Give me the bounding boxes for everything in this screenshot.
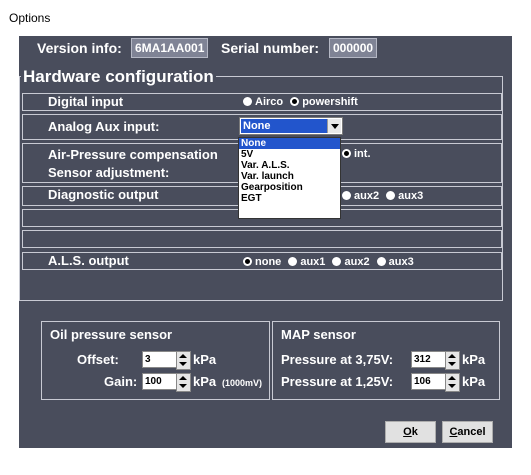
diagnostic-output-radios: aux2 aux3 xyxy=(342,190,427,202)
radio-airco-indicator[interactable] xyxy=(243,97,252,106)
radio-airco-label: Airco xyxy=(255,96,284,108)
radio-powershift-indicator[interactable] xyxy=(290,97,300,106)
map-p1-label: Pressure at 3,75V: xyxy=(281,352,394,367)
radio-als-aux1-label: aux1 xyxy=(300,256,326,268)
oil-offset-unit: kPa xyxy=(193,352,217,367)
radio-diag-aux3-indicator[interactable] xyxy=(386,191,396,200)
air-pressure-label: Air-Pressure compensation xyxy=(48,147,218,162)
digital-input-label: Digital input xyxy=(48,94,124,109)
serial-value: 000000 xyxy=(329,38,378,58)
oil-gain-input[interactable]: 100 xyxy=(142,373,178,390)
radio-als-none-indicator[interactable] xyxy=(243,257,252,266)
analog-aux-dropdown-list: None 5V Var. A.L.S. Var. launch Gearposi… xyxy=(238,137,341,219)
oil-offset-input[interactable]: 3 xyxy=(142,351,178,368)
map-p1-stepper[interactable]: 312 xyxy=(411,351,460,370)
als-output-label: A.L.S. output xyxy=(48,253,129,268)
oil-pressure-title: Oil pressure sensor xyxy=(50,327,173,342)
dropdown-option-none[interactable]: None xyxy=(239,138,340,149)
oil-gain-stepper[interactable]: 100 xyxy=(142,373,191,392)
window-titlebar: Options xyxy=(0,0,531,36)
air-pressure-radios: int. xyxy=(342,148,375,160)
oil-gain-unit-note: (1000mV) xyxy=(222,378,263,388)
map-p2-input[interactable]: 106 xyxy=(411,373,447,390)
ok-hotkey: O xyxy=(403,426,412,438)
dropdown-option-var-launch[interactable]: Var. launch xyxy=(239,171,340,182)
dropdown-option-var-als[interactable]: Var. A.L.S. xyxy=(239,160,340,171)
radio-powershift[interactable]: powershift xyxy=(290,96,358,108)
analog-aux-select[interactable]: None xyxy=(239,117,343,135)
cancel-rest: ancel xyxy=(457,426,486,438)
analog-aux-label: Analog Aux input: xyxy=(48,119,160,134)
oil-gain-unit: kPa xyxy=(193,374,217,389)
radio-int[interactable]: int. xyxy=(342,148,371,160)
als-output-radios: none aux1 aux2 aux3 xyxy=(243,256,418,268)
map-p2-unit: kPa xyxy=(462,374,486,389)
radio-als-aux3-indicator[interactable] xyxy=(376,257,386,266)
empty-row-2 xyxy=(22,230,502,248)
dropdown-option-egt[interactable]: EGT xyxy=(239,193,340,204)
radio-diag-aux2-indicator[interactable] xyxy=(342,191,351,200)
serial-label: Serial number: xyxy=(221,40,320,56)
map-p2-spin-buttons[interactable] xyxy=(445,373,460,392)
version-label: Version info: xyxy=(37,40,122,56)
map-p1-input[interactable]: 312 xyxy=(411,351,447,368)
dropdown-option-gearposition[interactable]: Gearposition xyxy=(239,182,340,193)
oil-gain-label: Gain: xyxy=(104,374,138,389)
oil-offset-spin-buttons[interactable] xyxy=(176,351,191,370)
radio-diag-aux3[interactable]: aux3 xyxy=(386,190,423,202)
map-p1-unit: kPa xyxy=(462,352,486,367)
radio-powershift-label: powershift xyxy=(302,96,358,108)
hardware-config-legend: Hardware configuration xyxy=(21,67,216,87)
digital-input-radios: Airco powershift xyxy=(243,96,362,108)
ok-button[interactable]: Ok xyxy=(385,421,436,443)
map-p2-stepper[interactable]: 106 xyxy=(411,373,460,392)
radio-diag-aux2[interactable]: aux2 xyxy=(342,190,379,202)
radio-als-aux2[interactable]: aux2 xyxy=(332,256,370,268)
map-p2-label: Pressure at 1,25V: xyxy=(281,374,394,389)
radio-int-indicator[interactable] xyxy=(342,149,351,158)
radio-als-none[interactable]: none xyxy=(243,256,281,268)
window-title: Options xyxy=(9,11,51,25)
radio-als-aux1[interactable]: aux1 xyxy=(288,256,325,268)
oil-offset-stepper[interactable]: 3 xyxy=(142,351,191,370)
version-value: 6MA1AA001 xyxy=(131,38,209,58)
radio-als-aux2-label: aux2 xyxy=(344,256,370,268)
diagnostic-output-label: Diagnostic output xyxy=(48,187,159,202)
radio-als-aux1-indicator[interactable] xyxy=(288,257,298,266)
oil-gain-spin-buttons[interactable] xyxy=(176,373,191,392)
dropdown-option-5v[interactable]: 5V xyxy=(239,149,340,160)
radio-int-label: int. xyxy=(354,148,371,160)
radio-als-none-label: none xyxy=(255,256,282,268)
cancel-button[interactable]: Cancel xyxy=(442,421,493,443)
radio-diag-aux2-label: aux2 xyxy=(354,190,380,202)
oil-offset-label: Offset: xyxy=(77,352,119,367)
radio-als-aux3-label: aux3 xyxy=(388,256,414,268)
radio-airco[interactable]: Airco xyxy=(243,96,283,108)
chevron-down-icon[interactable] xyxy=(327,119,341,133)
radio-als-aux2-indicator[interactable] xyxy=(332,257,342,266)
analog-aux-selected-value: None xyxy=(241,119,327,133)
map-sensor-title: MAP sensor xyxy=(281,327,356,342)
ok-rest: k xyxy=(411,426,418,438)
map-p1-spin-buttons[interactable] xyxy=(445,351,460,370)
sensor-adjustment-label: Sensor adjustment: xyxy=(48,165,170,180)
radio-als-aux3[interactable]: aux3 xyxy=(376,256,414,268)
radio-diag-aux3-label: aux3 xyxy=(398,190,424,202)
